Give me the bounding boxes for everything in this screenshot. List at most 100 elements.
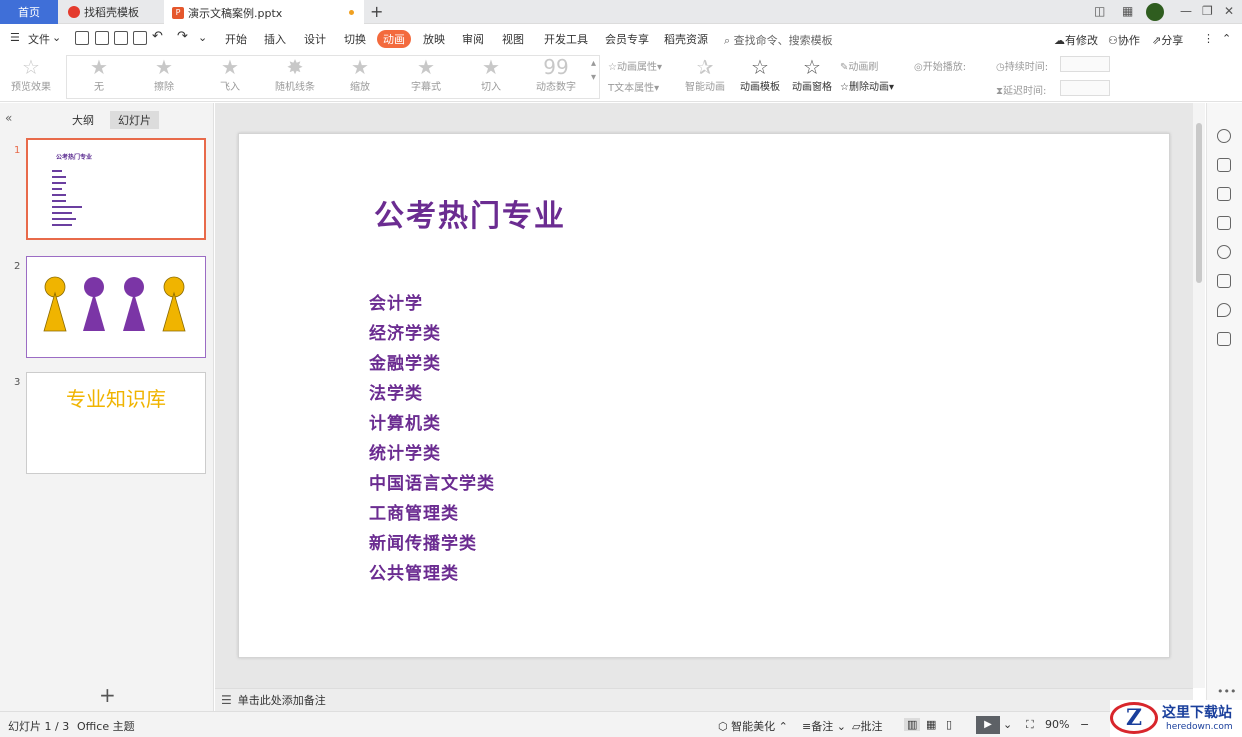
menu-start[interactable]: 开始 — [225, 31, 247, 47]
current-slide[interactable]: 公考热门专业 会计学 经济学类 金融学类 法学类 计算机类 统计学类 中国语言文… — [238, 133, 1170, 658]
print-preview-icon[interactable] — [133, 31, 147, 45]
slide-body-list[interactable]: 会计学 经济学类 金融学类 法学类 计算机类 统计学类 中国语言文学类 工商管理… — [369, 289, 495, 589]
collapse-ribbon-icon[interactable]: ⌃ — [1222, 32, 1231, 45]
tab-outline[interactable]: 大纲 — [64, 111, 102, 129]
menu-file[interactable]: 文件 — [28, 31, 50, 47]
save-icon[interactable] — [75, 31, 89, 45]
export-pdf-icon[interactable] — [95, 31, 109, 45]
anim-brush-button[interactable]: ✎动画刷 — [840, 58, 878, 73]
hamburger-icon[interactable]: ☰ — [10, 31, 20, 44]
sliders-icon[interactable] — [1217, 158, 1231, 172]
new-tab-button[interactable]: + — [370, 2, 383, 21]
menu-review[interactable]: 审阅 — [462, 31, 484, 47]
anim-peek-in[interactable]: ★ 切入 — [467, 56, 515, 93]
notes-bar[interactable]: ☰ 单击此处添加备注 — [215, 688, 1193, 711]
text-props-button[interactable]: T文本属性▾ — [608, 79, 659, 94]
redo-icon[interactable]: ↷ — [177, 29, 188, 44]
gallery-down-icon[interactable]: ▾ — [591, 72, 596, 83]
anim-random-bars[interactable]: ✸ 随机线条 — [271, 56, 319, 93]
star-icon[interactable] — [1217, 187, 1231, 201]
slide-thumbnail-2[interactable] — [26, 256, 206, 358]
anim-fly-in[interactable]: ★ 飞入 — [206, 56, 254, 93]
restore-icon[interactable]: ❐ — [1202, 4, 1213, 18]
customize-qa-icon[interactable]: ⌄ — [198, 31, 207, 44]
list-item: 计算机类 — [369, 414, 441, 434]
tab-slides[interactable]: 幻灯片 — [110, 111, 159, 129]
avatar[interactable] — [1146, 3, 1164, 21]
apps-grid-icon[interactable]: ▦ — [1122, 4, 1133, 18]
layout-icon[interactable]: ◫ — [1094, 4, 1105, 18]
vertical-scrollbar[interactable] — [1193, 103, 1205, 688]
list-item: 会计学 — [369, 294, 423, 314]
print-icon[interactable] — [114, 31, 128, 45]
menu-design[interactable]: 设计 — [304, 31, 326, 47]
cube-icon[interactable] — [1217, 332, 1231, 346]
theme-name[interactable]: Office 主题 — [77, 718, 135, 734]
zoom-level[interactable]: 90% — [1045, 718, 1069, 731]
collab-label: 协作 — [1117, 34, 1140, 47]
list-item: 法学类 — [369, 384, 423, 404]
reading-view-icon[interactable]: ▯ — [946, 718, 952, 731]
tab-template[interactable]: 找稻壳模板 — [60, 0, 162, 24]
menu-slideshow[interactable]: 放映 — [423, 31, 445, 47]
menu-view[interactable]: 视图 — [502, 31, 524, 47]
delete-anim-button[interactable]: ☆删除动画▾ — [840, 78, 894, 93]
slide-title[interactable]: 公考热门专业 — [374, 191, 566, 235]
smart-anim-icon: ✰ — [696, 55, 714, 79]
anim-template-button[interactable]: ☆ 动画模板 — [734, 56, 786, 93]
preview-effect-button[interactable]: ☆ 预览效果 — [6, 56, 56, 93]
menu-insert[interactable]: 插入 — [264, 31, 286, 47]
anim-props-button[interactable]: ☆动画属性▾ — [608, 58, 662, 73]
modified-button[interactable]: ☁有修改 — [1054, 32, 1098, 48]
menu-transition[interactable]: 切换 — [344, 31, 366, 47]
comment-button[interactable]: ▱批注 — [852, 718, 882, 734]
anim-credits[interactable]: ★ 字幕式 — [402, 56, 450, 93]
anim-dynamic-number[interactable]: 99 动态数字 — [532, 56, 580, 93]
close-icon[interactable]: ✕ — [1224, 4, 1234, 18]
slide-thumbnail-3[interactable]: 专业知识库 — [26, 372, 206, 474]
search-command[interactable]: ⌕ 查找命令、搜索模板 — [724, 32, 833, 48]
beautify-button[interactable]: ⬡ 智能美化 ⌃ — [718, 718, 788, 734]
anim-pane-button[interactable]: ☆ 动画窗格 — [789, 56, 835, 93]
delay-input[interactable] — [1060, 80, 1110, 96]
menu-developer[interactable]: 开发工具 — [544, 31, 588, 47]
sorter-view-icon[interactable]: ▦ — [926, 718, 936, 731]
menu-animation[interactable]: 动画 — [377, 30, 411, 48]
thumb1-title: 公考热门专业 — [56, 154, 93, 161]
scrollbar-thumb[interactable] — [1196, 123, 1202, 283]
duration-input[interactable] — [1060, 56, 1110, 72]
more-icon[interactable]: ⋮ — [1203, 32, 1214, 45]
anim-none[interactable]: ★ 无 — [75, 56, 123, 93]
zoom-out-icon[interactable]: − — [1080, 718, 1089, 731]
minimize-icon[interactable]: — — [1180, 4, 1192, 18]
anim-zoom[interactable]: ★ 缩放 — [336, 56, 384, 93]
location-icon[interactable] — [1217, 303, 1231, 317]
notes-icon: ☰ — [221, 693, 232, 707]
gallery-up-icon[interactable]: ▴ — [591, 58, 596, 69]
menu-docer-resources[interactable]: 稻壳资源 — [664, 31, 708, 47]
chevron-down-icon[interactable]: ⌄ — [52, 31, 61, 44]
normal-view-icon[interactable]: ▥ — [904, 718, 921, 731]
anim-wipe[interactable]: ★ 擦除 — [140, 56, 188, 93]
image-settings-icon[interactable] — [1217, 274, 1231, 288]
anim-template-label: 动画模板 — [740, 82, 780, 93]
tab-home[interactable]: 首页 — [0, 0, 58, 24]
smart-anim-button[interactable]: ✰ 智能动画 — [677, 56, 733, 93]
help-icon[interactable] — [1217, 245, 1231, 259]
fit-window-icon[interactable]: ⛶ — [1026, 718, 1034, 732]
tab-document[interactable]: P 演示文稿案例.pptx — [164, 0, 364, 25]
menu-member[interactable]: 会员专享 — [605, 31, 649, 47]
pawn-purple-1 — [83, 277, 105, 331]
slide-thumbnail-1[interactable]: 公考热门专业 — [26, 138, 206, 240]
notes-button[interactable]: ≡备注 ⌄ — [802, 718, 846, 734]
undo-icon[interactable]: ↶ — [152, 29, 163, 44]
add-slide-button[interactable]: + — [99, 683, 116, 707]
collapse-panel-icon[interactable]: « — [5, 111, 12, 125]
rocket-icon[interactable] — [1217, 129, 1231, 143]
more-dots-icon[interactable]: ••• — [1217, 685, 1236, 698]
play-slideshow-button[interactable]: ▶ — [976, 716, 1000, 734]
slides-icon[interactable] — [1217, 216, 1231, 230]
share-button[interactable]: ⇗分享 — [1152, 32, 1183, 48]
collab-button[interactable]: ⚇协作 — [1108, 32, 1140, 48]
play-options-icon[interactable]: ⌄ — [1003, 718, 1012, 731]
